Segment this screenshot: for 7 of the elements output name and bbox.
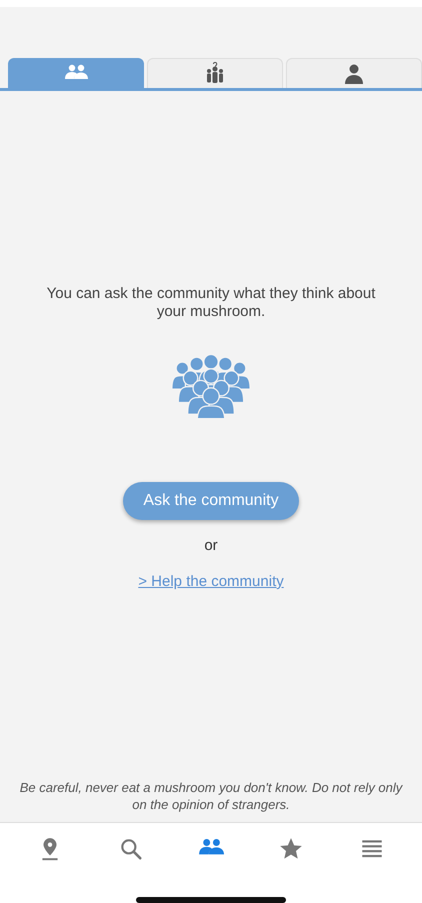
intro-text: You can ask the community what they think about your mushroom.: [46, 285, 376, 321]
warning-text: Be careful, never eat a mushroom you don't know. Do not rely only on the opinion of strangers.: [18, 779, 404, 813]
or-text: or: [204, 537, 218, 554]
ask-community-button[interactable]: Ask the community: [123, 482, 299, 520]
tab[interactable]: [8, 58, 144, 88]
person-icon: [342, 62, 366, 86]
help-community-link[interactable]: > Help the community: [138, 573, 284, 590]
